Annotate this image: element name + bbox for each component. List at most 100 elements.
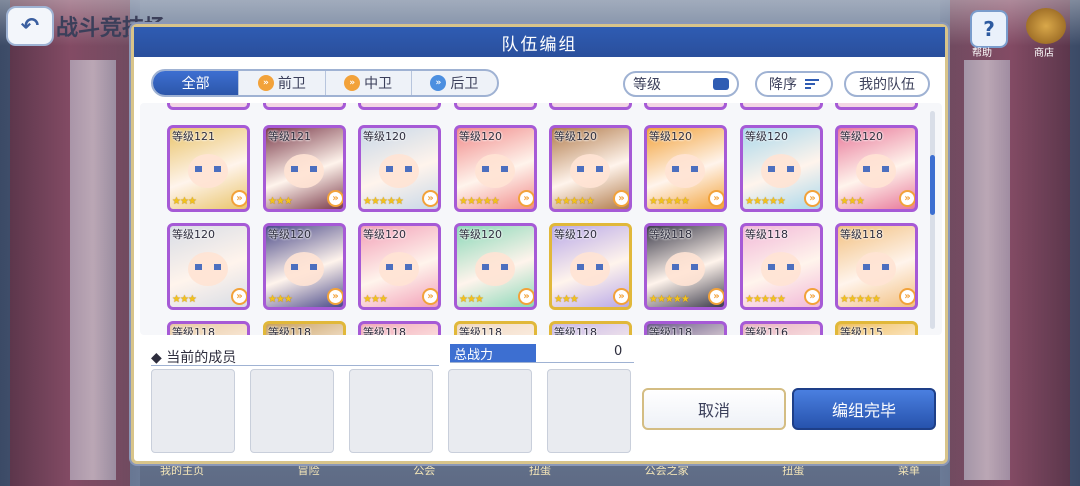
back-arrow-icon: ↶ [20,13,40,39]
character-level: 等级118 [363,326,406,335]
character-card[interactable]: 等级118★★★» [358,321,441,335]
grid-scrollbar[interactable] [930,111,935,329]
character-level: 等级120 [363,130,406,143]
character-card[interactable]: 等级118 ★★★★★ » [835,223,918,310]
character-level: 等级121 [268,130,311,143]
character-card[interactable] [740,103,823,110]
character-eyes [195,264,221,270]
bottom-tab[interactable]: 菜单 [898,462,920,486]
tab-front[interactable]: » 前卫 [239,71,326,95]
bottom-tab[interactable]: 公会 [413,462,435,486]
character-card[interactable]: 等级116★★★» [740,321,823,335]
shop-label: 商店 [1034,48,1054,59]
character-eyes [672,166,698,172]
member-slot[interactable] [547,369,631,453]
character-level: 等级120 [363,228,406,241]
character-card[interactable]: 等级115★★★» [835,321,918,335]
role-position-icon: » [899,288,915,305]
member-slot[interactable] [151,369,235,453]
bottom-tab[interactable]: 我的主页 [160,462,204,486]
character-eyes [482,264,508,270]
star-rating-icon: ★★★ [172,294,197,305]
confirm-team-button[interactable]: 编组完毕 [792,388,936,430]
character-card[interactable]: 等级120 ★★★★★ » [549,125,632,212]
dialog-header: 队伍编组 [134,27,945,57]
character-level: 等级118 [745,228,788,241]
member-slot[interactable] [448,369,532,453]
character-level: 等级118 [649,326,692,335]
tab-middle[interactable]: » 中卫 [326,71,412,95]
character-card[interactable]: 等级120 ★★★★★ » [454,125,537,212]
character-card[interactable] [263,103,346,110]
pillar-left [70,60,116,480]
character-card[interactable] [835,103,918,110]
character-card[interactable]: 等级118★★★» [644,321,727,335]
character-level: 等级120 [459,228,502,241]
character-card[interactable]: 等级121 ★★★ » [167,125,250,212]
character-card[interactable]: 等级120 ★★★ » [263,223,346,310]
character-card[interactable]: 等级120 ★★★★★ » [644,125,727,212]
character-level: 等级120 [459,130,502,143]
star-rating-icon: ★★★ [268,196,293,207]
character-level: 等级118 [459,326,502,335]
character-card[interactable]: 等级118★★★» [549,321,632,335]
bottom-tab[interactable]: 扭蛋 [529,462,551,486]
power-divider [450,362,634,363]
star-rating-icon: ★★★ [172,196,197,207]
star-rating-icon: ★★★ [554,294,579,305]
character-card[interactable]: 等级121 ★★★ » [263,125,346,212]
bottom-navigation: 我的主页 冒险 公会 扭蛋 公会之家 扭蛋 菜单 [140,462,940,486]
character-eyes [863,166,889,172]
character-card[interactable]: 等级118★★★» [454,321,537,335]
star-rating-icon: ★★★★★ [554,196,595,207]
member-slot[interactable] [250,369,334,453]
bottom-tab[interactable]: 扭蛋 [782,462,804,486]
role-position-icon: » [899,190,915,207]
character-level: 等级118 [268,326,311,335]
character-card[interactable]: 等级118★★★» [263,321,346,335]
sort-select[interactable]: 等级 [623,71,739,97]
character-card[interactable] [549,103,632,110]
character-card[interactable]: 等级120 ★★★★★ » [740,125,823,212]
member-slot[interactable] [349,369,433,453]
character-card[interactable]: 等级118★★★» [167,321,250,335]
cancel-button[interactable]: 取消 [642,388,786,430]
role-position-icon: » [422,288,438,305]
character-card[interactable]: 等级120 ★★★ » [167,223,250,310]
question-icon: ? [983,17,995,41]
help-button[interactable]: ? [970,10,1008,48]
character-card[interactable]: 等级118 ★★★★★ » [644,223,727,310]
tab-front-label: 前卫 [277,76,306,92]
character-card[interactable]: 等级120 ★★★ » [454,223,537,310]
shop-button[interactable] [1026,8,1066,44]
character-card[interactable]: 等级118 ★★★★★ » [740,223,823,310]
tab-all[interactable]: 全部 [153,71,240,95]
character-eyes [863,264,889,270]
tab-back[interactable]: » 后卫 [412,71,497,95]
role-position-icon: » [804,190,820,207]
role-position-icon: » [613,190,629,207]
bottom-tab[interactable]: 冒险 [298,462,320,486]
sort-label: 等级 [633,77,661,93]
character-eyes [482,166,508,172]
order-toggle-button[interactable]: 降序 [755,71,833,97]
bottom-tab[interactable]: 公会之家 [645,462,689,486]
current-members-label: ◆ 当前的成员 [151,350,237,366]
character-level: 等级115 [840,326,883,335]
my-team-button[interactable]: 我的队伍 [844,71,930,97]
role-position-icon: » [708,190,724,207]
character-card[interactable]: 等级120 ★★★ » [358,223,441,310]
order-label: 降序 [769,77,797,93]
scrollbar-thumb[interactable] [930,155,935,215]
character-level: 等级120 [840,130,883,143]
character-grid[interactable]: 等级121 ★★★ » 等级121 ★★★ » 等级120 ★★★★★ » 等级120 ★★★★★ »… [140,103,942,335]
star-rating-icon: ★★★★★ [649,294,690,305]
character-card[interactable] [167,103,250,110]
character-card[interactable] [358,103,441,110]
character-card[interactable] [454,103,537,110]
character-card[interactable]: 等级120 ★★★ » [549,223,632,310]
character-card[interactable]: 等级120 ★★★★★ » [358,125,441,212]
character-card[interactable]: 等级120 ★★★ » [835,125,918,212]
character-card[interactable] [644,103,727,110]
back-button[interactable]: ↶ [6,6,54,46]
